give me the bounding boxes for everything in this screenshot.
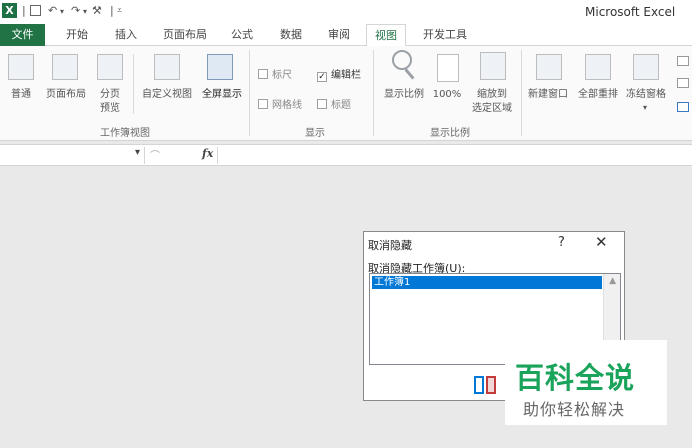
tab-developer[interactable]: 开发工具 xyxy=(415,24,475,46)
freeze-panes-dropdown-icon[interactable]: ▾ xyxy=(640,101,650,114)
tab-page-layout[interactable]: 页面布局 xyxy=(157,24,213,46)
custom-views-button[interactable]: 自定义视图 xyxy=(138,88,196,101)
tab-formulas[interactable]: 公式 xyxy=(224,24,260,46)
split-icon[interactable] xyxy=(677,56,689,66)
customize-qat-icon[interactable]: ⩡ xyxy=(117,6,122,16)
undo-icon[interactable]: ↶ xyxy=(48,4,57,17)
new-window-button[interactable]: 新建窗口 xyxy=(524,88,572,101)
group-label-zoom: 显示比例 xyxy=(430,128,470,139)
full-screen-button[interactable]: 全屏显示 xyxy=(198,88,246,101)
group-separator xyxy=(249,50,250,136)
divider xyxy=(133,54,134,114)
tab-insert[interactable]: 插入 xyxy=(106,24,146,46)
formula-input[interactable] xyxy=(220,147,690,164)
zoom-selection-line1[interactable]: 缩放到 xyxy=(466,88,518,101)
zoom-magnifier-icon[interactable] xyxy=(392,50,412,70)
undo-dropdown-icon[interactable]: ▾ xyxy=(60,7,64,16)
insert-function-icon[interactable]: fx xyxy=(202,147,213,160)
watermark-title: 百科全说 xyxy=(515,361,636,395)
arrange-all-icon[interactable] xyxy=(585,54,611,80)
headings-checkbox-box[interactable] xyxy=(317,99,327,109)
zoom-100-button[interactable]: 100% xyxy=(430,88,464,101)
watermark: 百科全说 助你轻松解决 xyxy=(505,340,667,425)
tab-home[interactable]: 开始 xyxy=(57,24,97,46)
formula-buttons: ⌒ fx xyxy=(146,147,218,164)
cancel-button[interactable] xyxy=(486,376,496,394)
formula-bar-label: 编辑栏 xyxy=(331,70,361,81)
page-break-preview-line2[interactable]: 预览 xyxy=(95,102,125,115)
dialog-title: 取消隐藏 xyxy=(368,239,412,252)
headings-label: 标题 xyxy=(331,100,351,111)
freeze-panes-icon[interactable] xyxy=(633,54,659,80)
tab-view[interactable]: 视图 xyxy=(366,24,406,47)
redo-dropdown-icon[interactable]: ▾ xyxy=(83,7,87,16)
cancel-entry-icon[interactable]: ⌒ xyxy=(150,147,160,162)
scroll-up-icon[interactable]: ▲ xyxy=(609,276,616,286)
zoom-selection-icon[interactable] xyxy=(480,52,506,80)
ribbon: 普通 页面布局 分页 预览 自定义视图 全屏显示 工作簿视图 标尺 ✓ 编辑栏 网… xyxy=(0,46,692,141)
gridlines-label: 网格线 xyxy=(272,100,302,111)
arrange-all-button[interactable]: 全部重排 xyxy=(574,88,622,101)
ok-button[interactable] xyxy=(474,376,484,394)
group-separator xyxy=(373,50,374,136)
ruler-checkbox[interactable]: 标尺 xyxy=(258,66,292,81)
separator: | xyxy=(110,4,114,17)
group-label-show: 显示 xyxy=(305,128,325,139)
ruler-label: 标尺 xyxy=(272,70,292,81)
gridlines-checkbox[interactable]: 网格线 xyxy=(258,96,302,111)
gridlines-checkbox-box[interactable] xyxy=(258,99,268,109)
zoom-magnifier-handle xyxy=(404,68,415,80)
excel-logo-icon: X xyxy=(2,3,17,18)
hide-icon[interactable] xyxy=(677,78,689,88)
ribbon-tabs: 文件 开始 插入 页面布局 公式 数据 审阅 视图 开发工具 xyxy=(0,24,692,47)
headings-checkbox[interactable]: 标题 xyxy=(317,96,351,111)
name-box-dropdown-icon[interactable]: ▾ xyxy=(135,147,140,158)
close-button[interactable]: ✕ xyxy=(595,233,608,251)
formula-bar-checkbox-box[interactable]: ✓ xyxy=(317,72,327,82)
list-item[interactable]: 工作簿1 xyxy=(372,276,602,289)
separator: | xyxy=(22,4,26,17)
page-layout-view-button[interactable]: 页面布局 xyxy=(42,88,90,101)
tab-file[interactable]: 文件 xyxy=(0,24,45,46)
watermark-subtitle: 助你轻松解决 xyxy=(523,400,626,419)
help-button[interactable]: ? xyxy=(558,235,565,250)
zoom-button[interactable]: 显示比例 xyxy=(380,88,428,101)
full-screen-icon[interactable] xyxy=(207,54,233,80)
name-box[interactable]: ▾ xyxy=(0,147,145,164)
app-title: Microsoft Excel xyxy=(585,5,676,19)
page-break-preview-line1[interactable]: 分页 xyxy=(95,88,125,101)
freeze-panes-button[interactable]: 冻结窗格 xyxy=(623,88,669,101)
unhide-icon[interactable] xyxy=(677,102,689,112)
group-label-workbook-views: 工作簿视图 xyxy=(100,128,150,139)
zoom-selection-line2[interactable]: 选定区域 xyxy=(466,102,518,115)
redo-icon[interactable]: ↷ xyxy=(71,4,80,17)
ruler-checkbox-box[interactable] xyxy=(258,69,268,79)
page-layout-view-icon[interactable] xyxy=(52,54,78,80)
spell-icon[interactable]: ⚒ xyxy=(92,4,102,17)
new-window-icon[interactable] xyxy=(536,54,562,80)
title-bar: X | ↶ ▾ ↷ ▾ ⚒ | ⩡ Microsoft Excel xyxy=(0,0,692,24)
normal-view-icon[interactable] xyxy=(8,54,34,80)
formula-bar-checkbox[interactable]: ✓ 编辑栏 xyxy=(317,66,361,82)
tab-review[interactable]: 审阅 xyxy=(319,24,359,46)
custom-views-icon[interactable] xyxy=(154,54,180,80)
zoom-100-icon[interactable] xyxy=(437,54,459,82)
group-separator xyxy=(521,50,522,136)
normal-view-button[interactable]: 普通 xyxy=(4,88,38,101)
save-icon[interactable] xyxy=(30,5,41,16)
tab-data[interactable]: 数据 xyxy=(271,24,311,46)
formula-bar: ▾ ⌒ fx xyxy=(0,144,692,166)
page-break-preview-icon[interactable] xyxy=(97,54,123,80)
